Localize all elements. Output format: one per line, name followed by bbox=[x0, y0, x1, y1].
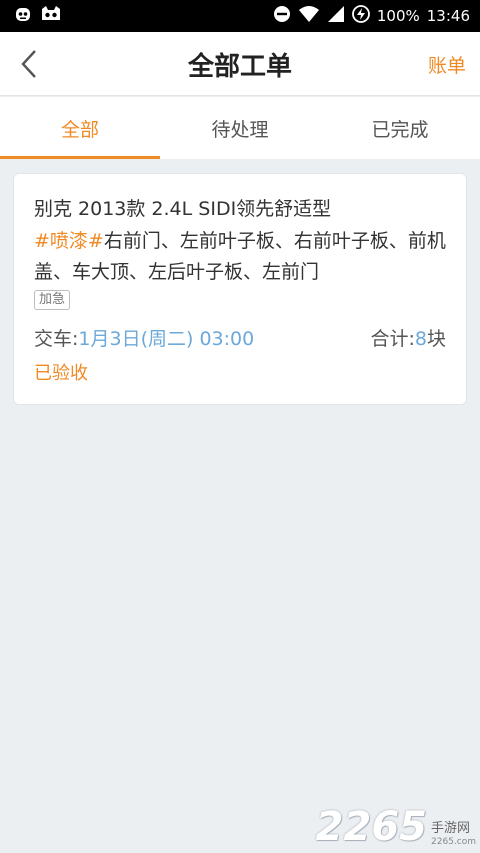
status-left bbox=[14, 5, 62, 27]
order-card[interactable]: 别克 2013款 2.4L SIDI领先舒适型 #喷漆#右前门、左前叶子板、右前… bbox=[13, 173, 467, 405]
tab-completed[interactable]: 已完成 bbox=[320, 97, 480, 159]
clock: 13:46 bbox=[426, 7, 470, 25]
wifi-icon bbox=[298, 5, 320, 27]
urgent-badge: 加急 bbox=[34, 290, 71, 310]
work-type-tag: #喷漆# bbox=[34, 230, 104, 252]
watermark-number: 2265 bbox=[315, 804, 427, 850]
watermark-text: 手游网 bbox=[431, 821, 471, 836]
back-button[interactable] bbox=[14, 46, 44, 82]
car-model: 别克 2013款 2.4L SIDI领先舒适型 bbox=[34, 198, 332, 220]
do-not-disturb-icon bbox=[273, 5, 291, 27]
chevron-left-icon bbox=[21, 50, 36, 78]
battery-charging-icon bbox=[351, 5, 370, 27]
status-bar: 100% 13:46 bbox=[0, 0, 480, 32]
tab-all[interactable]: 全部 bbox=[0, 97, 160, 159]
page-title: 全部工单 bbox=[187, 51, 292, 82]
total-label: 合计: bbox=[370, 328, 415, 350]
app-header: 全部工单 账单 bbox=[0, 32, 480, 96]
delivery-info: 交车:1月3日(周二) 03:00 bbox=[34, 324, 254, 351]
app-cat-icon bbox=[40, 5, 62, 27]
watermark-logo: 2265 手游网 2265.com bbox=[316, 807, 476, 847]
order-status: 已验收 bbox=[34, 363, 88, 384]
status-right: 100% 13:46 bbox=[273, 5, 470, 27]
total-info: 合计:8块 bbox=[370, 324, 446, 351]
delivery-time: 1月3日(周二) 03:00 bbox=[78, 328, 255, 350]
signal-icon bbox=[327, 5, 345, 27]
delivery-label: 交车: bbox=[34, 328, 79, 350]
order-info-row: 交车:1月3日(周二) 03:00 合计:8块 bbox=[34, 324, 446, 351]
tab-pending[interactable]: 待处理 bbox=[160, 97, 320, 159]
battery-percent: 100% bbox=[376, 7, 420, 25]
watermark-sub: 手游网 2265.com bbox=[431, 821, 476, 847]
app-mascot-icon bbox=[14, 5, 32, 27]
total-unit: 块 bbox=[426, 328, 446, 350]
work-items: #喷漆#右前门、左前叶子板、右前叶子板、前机盖、车大顶、左后叶子板、左前门 bbox=[34, 226, 446, 288]
order-tabs: 全部 待处理 已完成 bbox=[0, 97, 480, 159]
bill-button[interactable]: 账单 bbox=[428, 32, 466, 96]
watermark-url: 2265.com bbox=[431, 837, 476, 847]
total-count: 8 bbox=[414, 328, 427, 350]
